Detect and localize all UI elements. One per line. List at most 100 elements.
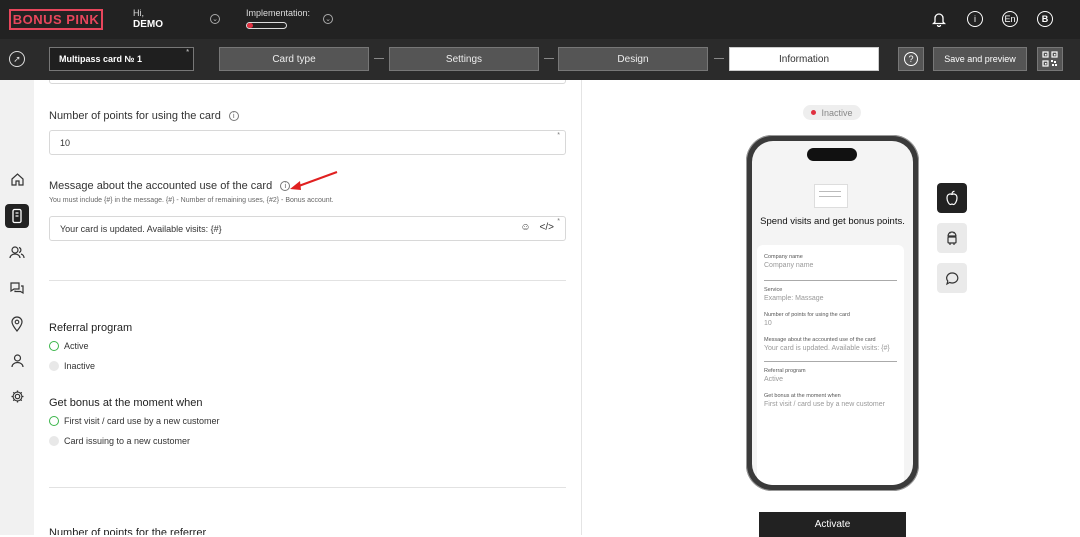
chevron-down-icon[interactable]: ⌄ [210, 14, 220, 24]
message-input-value: Your card is updated. Available visits: … [60, 224, 222, 234]
step-connector [544, 58, 554, 59]
qr-code-button[interactable] [1037, 47, 1063, 71]
preview-separator [764, 280, 897, 281]
preview-bonus-label: Get bonus at the moment when [764, 393, 841, 399]
preview-points-label: Number of points for using the card [764, 312, 850, 318]
card-preview-panel: Inactive Spend visits and get bonus poin… [583, 80, 1080, 537]
bonus-option-label: First visit / card use by a new customer [64, 416, 220, 426]
user-name[interactable]: DEMO [133, 19, 163, 30]
step-connector [374, 58, 384, 59]
status-text: Inactive [821, 107, 853, 118]
bonus-option-card-issuing[interactable]: Card issuing to a new customer [49, 436, 190, 446]
annotation-arrow-icon [290, 171, 338, 190]
preview-service-label: Service [764, 287, 783, 293]
preview-title: Spend visits and get bonus points. [760, 216, 905, 227]
code-variable-icon[interactable]: </> [540, 222, 554, 233]
message-input[interactable]: Your card is updated. Available visits: … [49, 216, 566, 241]
chat-icon [945, 271, 958, 285]
phone-screen: Spend visits and get bonus points. Compa… [752, 141, 913, 485]
referral-option-label: Active [64, 341, 89, 351]
activate-button[interactable]: Activate [759, 512, 906, 537]
radio-selected-icon [49, 341, 59, 351]
card-thumbnail [814, 184, 848, 208]
required-marker: * [186, 49, 189, 56]
referral-title: Referral program [49, 322, 133, 334]
home-icon[interactable] [9, 171, 25, 187]
cards-icon[interactable] [5, 204, 29, 228]
radio-selected-icon [49, 416, 59, 426]
help-button[interactable]: ? [898, 47, 924, 71]
left-sidebar [0, 80, 34, 535]
points-input[interactable]: 10 * [49, 130, 566, 155]
message-preview-button[interactable] [937, 263, 967, 293]
bonus-title: Get bonus at the moment when [49, 397, 203, 409]
android-wallet-button[interactable] [937, 223, 967, 253]
preview-bonus-value: First visit / card use by a new customer [764, 401, 885, 408]
message-label: Message about the accounted use of the c… [49, 180, 291, 192]
preview-company-label: Company name [764, 254, 803, 260]
points-input-value: 10 [60, 138, 71, 148]
required-marker: * [557, 132, 560, 139]
logo[interactable]: BONUS PINK [9, 9, 103, 30]
emoji-icon[interactable]: ☺ [520, 222, 530, 233]
divider [49, 487, 566, 488]
previous-field[interactable] [49, 80, 566, 84]
bonus-option-label: Card issuing to a new customer [64, 436, 191, 446]
preview-service-value: Example: Massage [764, 295, 824, 302]
gear-icon[interactable] [9, 388, 25, 404]
status-badge: Inactive [803, 105, 861, 120]
bonus-option-first-visit[interactable]: First visit / card use by a new customer [49, 416, 220, 426]
question-icon: ? [904, 52, 918, 66]
status-dot [811, 110, 817, 115]
messages-icon[interactable] [9, 280, 25, 296]
divider [49, 280, 566, 281]
preview-company-value: Company name [764, 262, 814, 269]
implementation-progress [246, 22, 287, 29]
radio-unselected-icon [49, 361, 59, 371]
language-switcher[interactable]: En [1002, 11, 1018, 27]
tab-card-type[interactable]: Card type [219, 47, 369, 71]
clients-icon[interactable] [9, 244, 25, 260]
referral-option-inactive[interactable]: Inactive [49, 361, 95, 371]
chevron-down-icon[interactable]: ⌄ [323, 14, 333, 24]
top-bar: BONUS PINK Hi, DEMO ⌄ Implementation: ⌄ … [0, 0, 1080, 39]
message-hint: You must include {#} in the message. {#}… [49, 197, 334, 204]
android-icon [947, 231, 957, 245]
preview-referral-value: Active [764, 376, 784, 383]
info-icon[interactable]: i [967, 11, 983, 27]
wizard-toolbar: ➚ Multipass card № 1 * Card type Setting… [0, 39, 1080, 80]
preview-message-value: Your card is updated. Available visits: … [764, 345, 890, 352]
profile-icon[interactable] [9, 352, 25, 368]
implementation-label: Implementation: [246, 8, 311, 18]
info-icon[interactable]: i [228, 111, 239, 121]
preview-card-details: Company name Company name Service Exampl… [757, 245, 904, 485]
phone-notch [807, 148, 857, 161]
referral-option-active[interactable]: Active [49, 341, 89, 351]
preview-message-label: Message about the accounted use of the c… [764, 337, 876, 343]
qr-code-icon [1042, 51, 1058, 67]
card-name-field[interactable]: Multipass card № 1 * [49, 47, 194, 71]
location-icon[interactable] [9, 316, 25, 332]
referrer-points-title: Number of points for the referrer [49, 527, 207, 535]
bell-icon[interactable] [931, 11, 947, 27]
tab-settings[interactable]: Settings [389, 47, 539, 71]
points-label: Number of points for using the card i [49, 110, 239, 122]
preview-points-value: 10 [764, 320, 772, 327]
message-label-text: Message about the accounted use of the c… [49, 180, 273, 192]
preview-referral-label: Referral program [764, 368, 806, 374]
information-form: Number of points for using the card i 10… [34, 80, 582, 535]
apple-wallet-button[interactable] [937, 183, 967, 213]
tab-design[interactable]: Design [558, 47, 708, 71]
radio-unselected-icon [49, 436, 59, 446]
greeting: Hi, [133, 8, 144, 18]
card-name-value: Multipass card № 1 [59, 54, 143, 64]
referral-option-label: Inactive [64, 361, 96, 371]
save-and-preview-button[interactable]: Save and preview [933, 47, 1027, 71]
tab-information[interactable]: Information [729, 47, 879, 71]
preview-separator [764, 361, 897, 362]
step-connector [714, 58, 724, 59]
compass-icon[interactable]: ➚ [9, 51, 25, 67]
avatar[interactable]: B [1037, 11, 1053, 27]
apple-icon [946, 190, 958, 206]
phone-mockup: Spend visits and get bonus points. Compa… [746, 135, 919, 491]
